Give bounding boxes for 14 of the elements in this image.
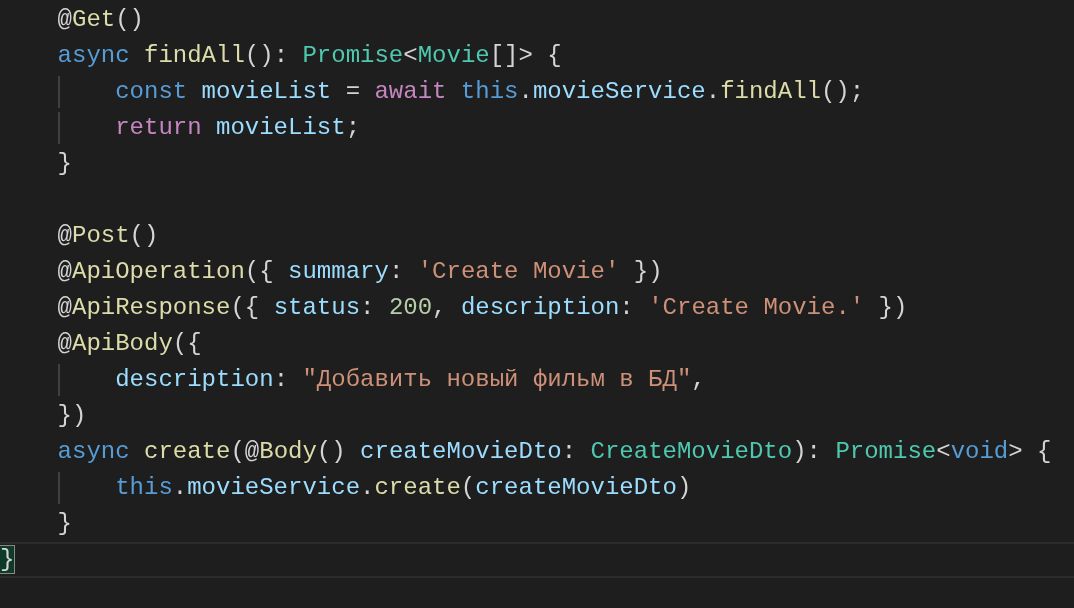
code-line: @ApiOperation({ summary: 'Create Movie' }) xyxy=(57,257,663,287)
code-line: @Post() xyxy=(57,221,159,251)
code-line: @ApiBody({ xyxy=(57,329,202,359)
code-line: async create(@Body() createMovieDto: CreateMovieDto): Promise<void> { xyxy=(57,437,1052,467)
code-line: const movieList = await this.movieService.findAll(); xyxy=(115,77,865,107)
code-line: } xyxy=(57,149,72,179)
code-line: }) xyxy=(57,401,87,431)
code-line: async findAll(): Promise<Movie[]> { xyxy=(57,41,562,71)
code-line: } xyxy=(57,509,72,539)
code-line: description: "Добавить новый фильм в БД", xyxy=(115,365,706,395)
code-line: @Get() xyxy=(57,5,145,35)
code-line: this.movieService.create(createMovieDto) xyxy=(115,473,692,503)
code-line: @ApiResponse({ status: 200, description: 'Create Movie.' }) xyxy=(57,293,908,323)
code-line: return movieList; xyxy=(115,113,361,143)
